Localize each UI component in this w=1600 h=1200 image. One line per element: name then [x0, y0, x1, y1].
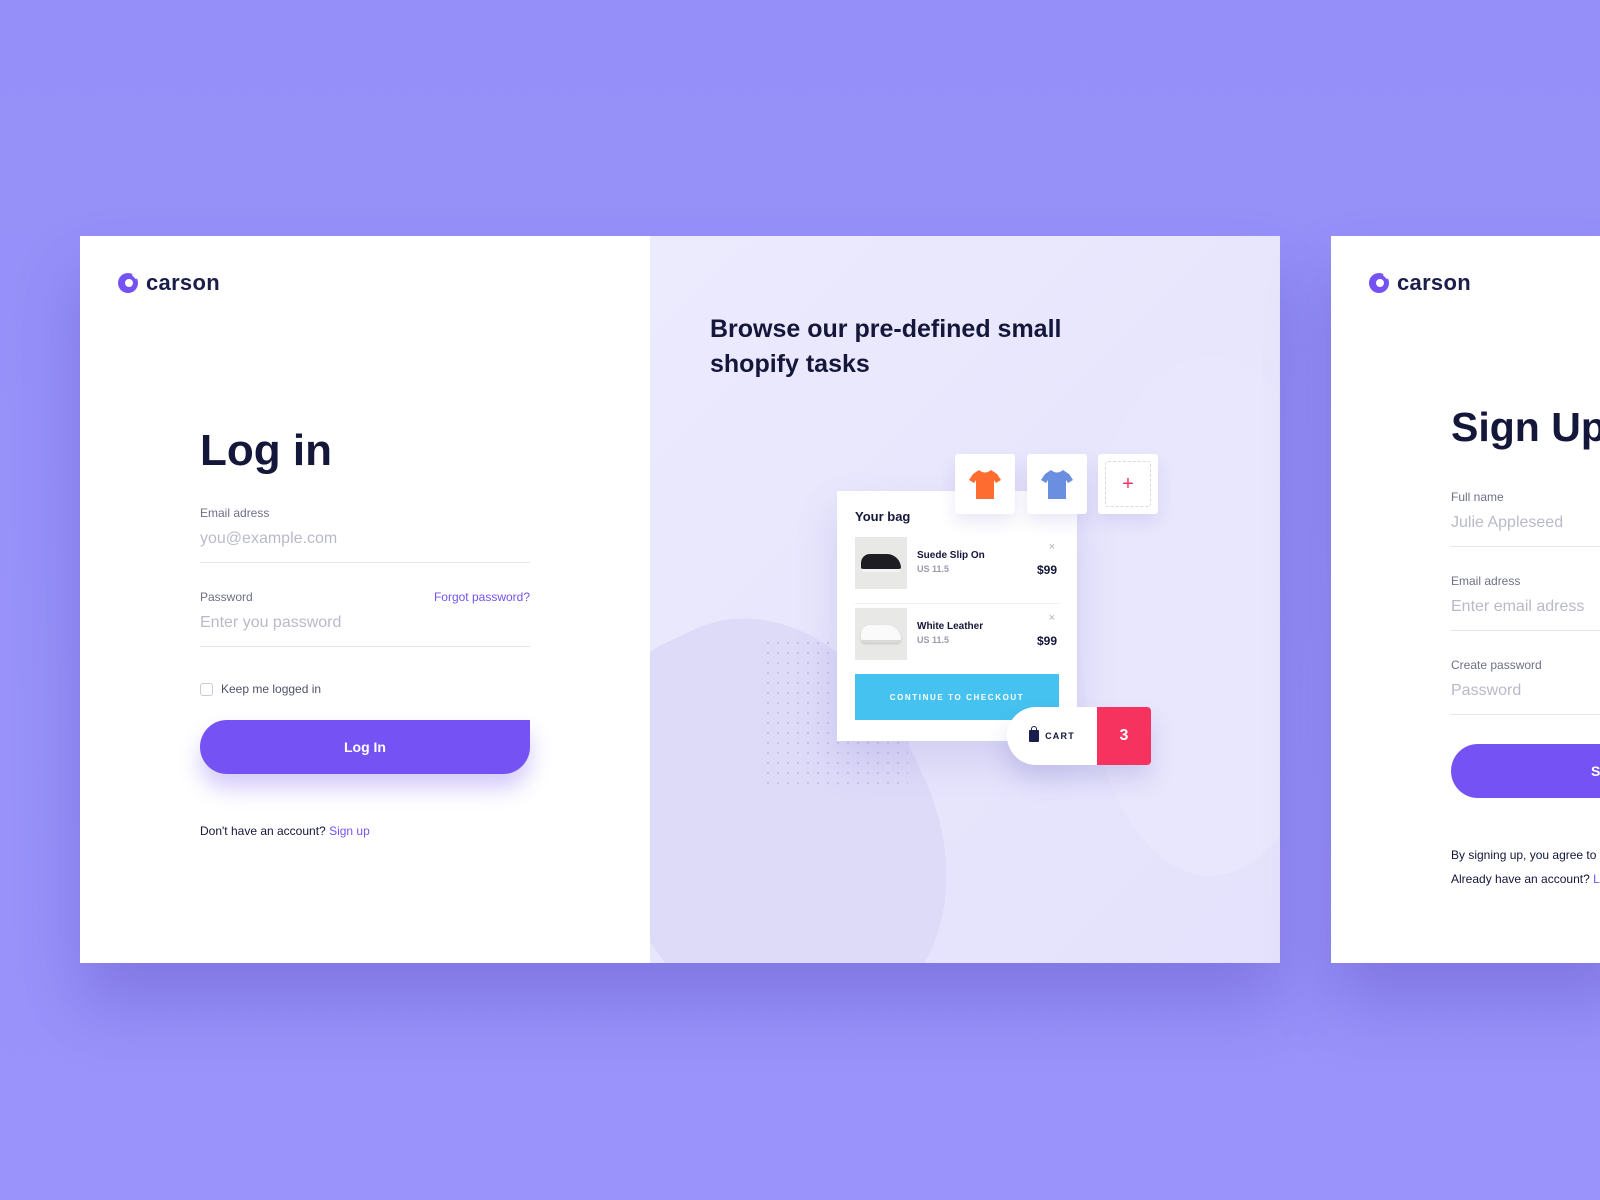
carson-logo-icon: [1369, 273, 1389, 293]
blue-tshirt-icon: [1041, 470, 1073, 499]
item-size: US 11.5: [917, 635, 950, 645]
background-blob: [1080, 356, 1280, 876]
signup-button[interactable]: S: [1451, 744, 1600, 798]
have-account-text: Already have an account?: [1451, 872, 1590, 886]
brand-logo[interactable]: carson: [1369, 270, 1471, 296]
bag-item: Suede Slip On US 11.5 × $99: [855, 533, 1059, 593]
add-icon: +: [1105, 461, 1151, 507]
signup-title: Sign Up: [1451, 404, 1600, 450]
signup-prompt: Don't have an account? Sign up: [200, 824, 370, 838]
fullname-field: Full name: [1451, 490, 1600, 547]
no-account-text: Don't have an account?: [200, 824, 326, 838]
remember-me-checkbox[interactable]: [200, 682, 213, 696]
product-thumbnail: [855, 608, 907, 660]
login-link[interactable]: L: [1593, 872, 1600, 886]
email-input[interactable]: [200, 520, 530, 563]
terms-text: By signing up, you agree to: [1451, 848, 1597, 862]
page-title: Log in: [200, 426, 332, 475]
email-label: Email adress: [200, 506, 270, 520]
item-price: $99: [1036, 563, 1057, 577]
signup-email-input[interactable]: [1451, 588, 1600, 631]
product-tile[interactable]: [955, 454, 1015, 514]
brand-name: carson: [1397, 270, 1471, 295]
black-shoe-icon: [861, 554, 901, 572]
bag-title: Your bag: [855, 509, 911, 524]
cart-count-badge: 3: [1097, 707, 1151, 765]
login-prompt: Already have an account? L: [1451, 872, 1600, 886]
fullname-input[interactable]: [1451, 504, 1600, 547]
brand-logo[interactable]: carson: [118, 270, 220, 296]
signup-card: carson Sign Up Full name Email adress Cr…: [1331, 236, 1600, 963]
cart-label-area: CART: [1007, 707, 1097, 765]
bag-preview: Your bag Suede Slip On US 11.5 × $99 Whi…: [837, 491, 1077, 741]
product-tile[interactable]: [1027, 454, 1087, 514]
remove-item-icon[interactable]: ×: [1049, 541, 1055, 553]
promo-title: Browse our pre-defined small shopify tas…: [710, 315, 1062, 378]
brand-name: carson: [146, 270, 220, 295]
signup-link[interactable]: Sign up: [329, 824, 370, 838]
cart-button[interactable]: CART 3: [1007, 707, 1151, 765]
item-name: White Leather: [917, 621, 984, 632]
create-password-label: Create password: [1451, 658, 1542, 672]
login-card: carson Log in Email adress Password Forg…: [80, 236, 1280, 963]
cart-label: CART: [1045, 731, 1075, 741]
remove-item-icon[interactable]: ×: [1049, 612, 1055, 624]
orange-tshirt-icon: [969, 470, 1001, 499]
fullname-label: Full name: [1451, 490, 1504, 504]
carson-logo-icon: [118, 273, 138, 293]
signup-email-field: Email adress: [1451, 574, 1600, 631]
add-product-tile[interactable]: +: [1098, 454, 1158, 514]
item-name: Suede Slip On: [917, 550, 985, 561]
email-field: Email adress: [200, 506, 530, 563]
signup-email-label: Email adress: [1451, 574, 1521, 588]
forgot-password-link[interactable]: Forgot password?: [434, 590, 530, 604]
login-panel: carson Log in Email adress Password Forg…: [80, 236, 650, 963]
item-price: $99: [1036, 634, 1057, 648]
item-size: US 11.5: [917, 564, 950, 574]
create-password-input[interactable]: [1451, 672, 1600, 715]
password-input[interactable]: [200, 604, 530, 647]
remember-me-row: Keep me logged in: [200, 682, 321, 696]
login-button[interactable]: Log In: [200, 720, 530, 774]
remember-me-label[interactable]: Keep me logged in: [221, 682, 321, 696]
shopping-bag-icon: [1029, 726, 1040, 742]
white-shoe-icon: [861, 625, 901, 643]
create-password-field: Create password: [1451, 658, 1600, 715]
password-field: Password Forgot password?: [200, 590, 530, 647]
product-thumbnail: [855, 537, 907, 589]
promo-panel: Browse our pre-defined small shopify tas…: [650, 236, 1280, 963]
bag-item: White Leather US 11.5 × $99: [855, 603, 1059, 663]
